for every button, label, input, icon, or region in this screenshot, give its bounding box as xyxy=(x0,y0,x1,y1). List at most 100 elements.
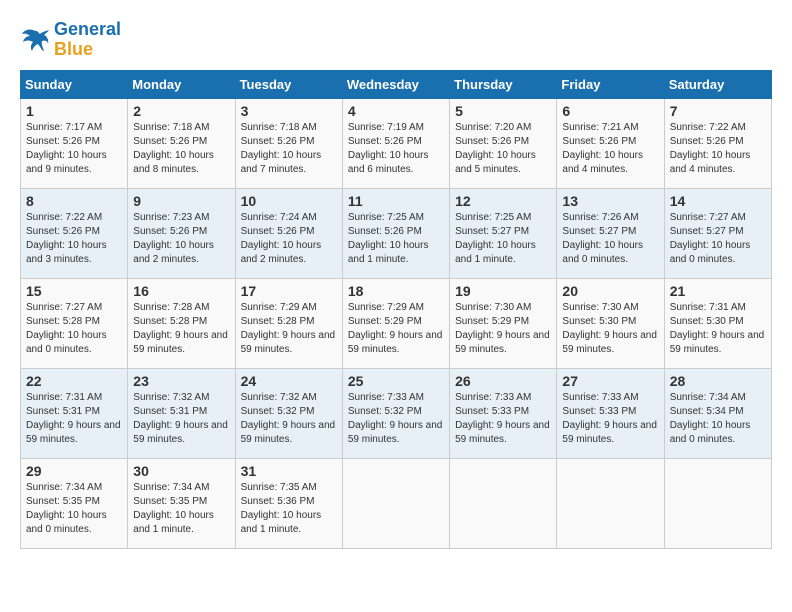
header-tuesday: Tuesday xyxy=(235,70,342,98)
calendar-cell xyxy=(450,458,557,548)
day-number: 19 xyxy=(455,283,551,299)
day-number: 10 xyxy=(241,193,337,209)
day-number: 7 xyxy=(670,103,766,119)
day-number: 8 xyxy=(26,193,122,209)
day-number: 31 xyxy=(241,463,337,479)
day-number: 26 xyxy=(455,373,551,389)
day-info: Sunrise: 7:18 AMSunset: 5:26 PMDaylight:… xyxy=(133,122,214,175)
day-info: Sunrise: 7:24 AMSunset: 5:26 PMDaylight:… xyxy=(241,212,322,265)
day-number: 17 xyxy=(241,283,337,299)
day-number: 23 xyxy=(133,373,229,389)
header-wednesday: Wednesday xyxy=(342,70,449,98)
header-thursday: Thursday xyxy=(450,70,557,98)
day-info: Sunrise: 7:22 AMSunset: 5:26 PMDaylight:… xyxy=(670,122,751,175)
day-info: Sunrise: 7:32 AMSunset: 5:32 PMDaylight:… xyxy=(241,392,336,445)
day-number: 13 xyxy=(562,193,658,209)
calendar-cell: 31 Sunrise: 7:35 AMSunset: 5:36 PMDaylig… xyxy=(235,458,342,548)
day-number: 25 xyxy=(348,373,444,389)
calendar-cell xyxy=(557,458,664,548)
day-info: Sunrise: 7:23 AMSunset: 5:26 PMDaylight:… xyxy=(133,212,214,265)
day-info: Sunrise: 7:34 AMSunset: 5:35 PMDaylight:… xyxy=(133,482,214,535)
week-row-3: 15 Sunrise: 7:27 AMSunset: 5:28 PMDaylig… xyxy=(21,278,772,368)
day-number: 27 xyxy=(562,373,658,389)
day-number: 12 xyxy=(455,193,551,209)
logo: General Blue xyxy=(20,20,121,60)
day-number: 14 xyxy=(670,193,766,209)
day-info: Sunrise: 7:33 AMSunset: 5:32 PMDaylight:… xyxy=(348,392,443,445)
day-info: Sunrise: 7:25 AMSunset: 5:26 PMDaylight:… xyxy=(348,212,429,265)
day-info: Sunrise: 7:28 AMSunset: 5:28 PMDaylight:… xyxy=(133,302,228,355)
calendar-cell xyxy=(664,458,771,548)
logo-text: General Blue xyxy=(54,20,121,60)
day-info: Sunrise: 7:31 AMSunset: 5:30 PMDaylight:… xyxy=(670,302,765,355)
calendar-cell: 17 Sunrise: 7:29 AMSunset: 5:28 PMDaylig… xyxy=(235,278,342,368)
day-number: 16 xyxy=(133,283,229,299)
day-number: 15 xyxy=(26,283,122,299)
day-info: Sunrise: 7:21 AMSunset: 5:26 PMDaylight:… xyxy=(562,122,643,175)
calendar-cell: 26 Sunrise: 7:33 AMSunset: 5:33 PMDaylig… xyxy=(450,368,557,458)
day-number: 30 xyxy=(133,463,229,479)
day-info: Sunrise: 7:20 AMSunset: 5:26 PMDaylight:… xyxy=(455,122,536,175)
calendar-cell: 29 Sunrise: 7:34 AMSunset: 5:35 PMDaylig… xyxy=(21,458,128,548)
calendar-cell: 27 Sunrise: 7:33 AMSunset: 5:33 PMDaylig… xyxy=(557,368,664,458)
day-info: Sunrise: 7:27 AMSunset: 5:28 PMDaylight:… xyxy=(26,302,107,355)
header-monday: Monday xyxy=(128,70,235,98)
day-number: 18 xyxy=(348,283,444,299)
day-info: Sunrise: 7:29 AMSunset: 5:28 PMDaylight:… xyxy=(241,302,336,355)
calendar-cell: 13 Sunrise: 7:26 AMSunset: 5:27 PMDaylig… xyxy=(557,188,664,278)
calendar-cell: 16 Sunrise: 7:28 AMSunset: 5:28 PMDaylig… xyxy=(128,278,235,368)
day-number: 28 xyxy=(670,373,766,389)
header-saturday: Saturday xyxy=(664,70,771,98)
day-info: Sunrise: 7:34 AMSunset: 5:35 PMDaylight:… xyxy=(26,482,107,535)
day-info: Sunrise: 7:29 AMSunset: 5:29 PMDaylight:… xyxy=(348,302,443,355)
calendar-cell: 2 Sunrise: 7:18 AMSunset: 5:26 PMDayligh… xyxy=(128,98,235,188)
day-info: Sunrise: 7:33 AMSunset: 5:33 PMDaylight:… xyxy=(455,392,550,445)
day-info: Sunrise: 7:32 AMSunset: 5:31 PMDaylight:… xyxy=(133,392,228,445)
calendar-cell: 11 Sunrise: 7:25 AMSunset: 5:26 PMDaylig… xyxy=(342,188,449,278)
calendar-cell: 22 Sunrise: 7:31 AMSunset: 5:31 PMDaylig… xyxy=(21,368,128,458)
calendar-cell: 24 Sunrise: 7:32 AMSunset: 5:32 PMDaylig… xyxy=(235,368,342,458)
calendar-cell: 3 Sunrise: 7:18 AMSunset: 5:26 PMDayligh… xyxy=(235,98,342,188)
day-number: 2 xyxy=(133,103,229,119)
day-info: Sunrise: 7:26 AMSunset: 5:27 PMDaylight:… xyxy=(562,212,643,265)
header-row: SundayMondayTuesdayWednesdayThursdayFrid… xyxy=(21,70,772,98)
calendar-cell: 6 Sunrise: 7:21 AMSunset: 5:26 PMDayligh… xyxy=(557,98,664,188)
calendar-cell: 18 Sunrise: 7:29 AMSunset: 5:29 PMDaylig… xyxy=(342,278,449,368)
day-info: Sunrise: 7:30 AMSunset: 5:30 PMDaylight:… xyxy=(562,302,657,355)
day-info: Sunrise: 7:19 AMSunset: 5:26 PMDaylight:… xyxy=(348,122,429,175)
day-info: Sunrise: 7:35 AMSunset: 5:36 PMDaylight:… xyxy=(241,482,322,535)
calendar-cell: 14 Sunrise: 7:27 AMSunset: 5:27 PMDaylig… xyxy=(664,188,771,278)
calendar-cell: 7 Sunrise: 7:22 AMSunset: 5:26 PMDayligh… xyxy=(664,98,771,188)
calendar-cell: 19 Sunrise: 7:30 AMSunset: 5:29 PMDaylig… xyxy=(450,278,557,368)
header-friday: Friday xyxy=(557,70,664,98)
calendar-cell: 10 Sunrise: 7:24 AMSunset: 5:26 PMDaylig… xyxy=(235,188,342,278)
day-info: Sunrise: 7:30 AMSunset: 5:29 PMDaylight:… xyxy=(455,302,550,355)
day-info: Sunrise: 7:31 AMSunset: 5:31 PMDaylight:… xyxy=(26,392,121,445)
header-sunday: Sunday xyxy=(21,70,128,98)
day-number: 11 xyxy=(348,193,444,209)
day-number: 4 xyxy=(348,103,444,119)
calendar-cell: 4 Sunrise: 7:19 AMSunset: 5:26 PMDayligh… xyxy=(342,98,449,188)
calendar-cell xyxy=(342,458,449,548)
calendar-cell: 12 Sunrise: 7:25 AMSunset: 5:27 PMDaylig… xyxy=(450,188,557,278)
calendar-cell: 5 Sunrise: 7:20 AMSunset: 5:26 PMDayligh… xyxy=(450,98,557,188)
day-number: 22 xyxy=(26,373,122,389)
calendar-cell: 28 Sunrise: 7:34 AMSunset: 5:34 PMDaylig… xyxy=(664,368,771,458)
day-number: 6 xyxy=(562,103,658,119)
day-info: Sunrise: 7:27 AMSunset: 5:27 PMDaylight:… xyxy=(670,212,751,265)
calendar-cell: 23 Sunrise: 7:32 AMSunset: 5:31 PMDaylig… xyxy=(128,368,235,458)
day-info: Sunrise: 7:17 AMSunset: 5:26 PMDaylight:… xyxy=(26,122,107,175)
day-info: Sunrise: 7:34 AMSunset: 5:34 PMDaylight:… xyxy=(670,392,751,445)
week-row-4: 22 Sunrise: 7:31 AMSunset: 5:31 PMDaylig… xyxy=(21,368,772,458)
day-number: 21 xyxy=(670,283,766,299)
week-row-1: 1 Sunrise: 7:17 AMSunset: 5:26 PMDayligh… xyxy=(21,98,772,188)
calendar-cell: 25 Sunrise: 7:33 AMSunset: 5:32 PMDaylig… xyxy=(342,368,449,458)
day-number: 29 xyxy=(26,463,122,479)
day-number: 20 xyxy=(562,283,658,299)
day-number: 5 xyxy=(455,103,551,119)
day-info: Sunrise: 7:25 AMSunset: 5:27 PMDaylight:… xyxy=(455,212,536,265)
calendar-table: SundayMondayTuesdayWednesdayThursdayFrid… xyxy=(20,70,772,549)
day-info: Sunrise: 7:22 AMSunset: 5:26 PMDaylight:… xyxy=(26,212,107,265)
day-number: 1 xyxy=(26,103,122,119)
calendar-cell: 8 Sunrise: 7:22 AMSunset: 5:26 PMDayligh… xyxy=(21,188,128,278)
